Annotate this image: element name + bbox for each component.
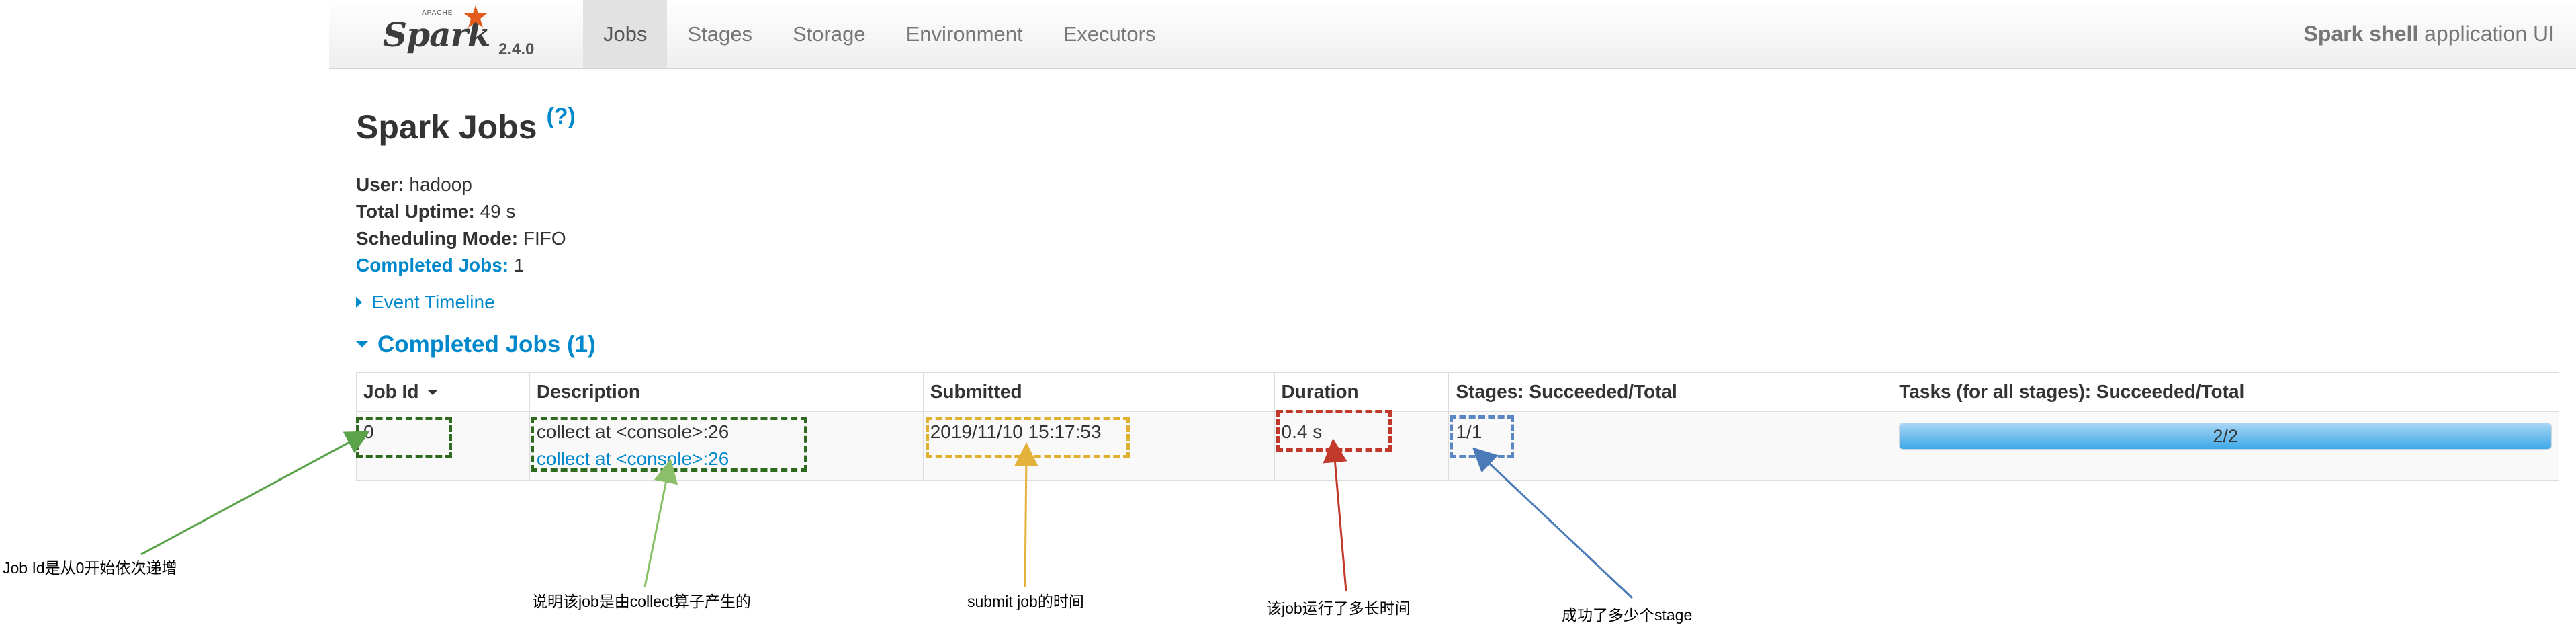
tab-jobs[interactable]: Jobs bbox=[583, 0, 668, 68]
col-header-duration[interactable]: Duration bbox=[1274, 372, 1450, 412]
tasks-progress-bar: 2/2 bbox=[1899, 423, 2552, 450]
table-header-row: Job Id Description Submitted Duration St… bbox=[356, 372, 2559, 412]
annotation-job-id: Job Id是从0开始依次递增 bbox=[3, 559, 177, 577]
page-title-text: Spark Jobs bbox=[356, 108, 537, 146]
spark-version: 2.4.0 bbox=[498, 40, 535, 58]
tab-stages[interactable]: Stages bbox=[667, 0, 772, 68]
top-navbar: APACHE Spark 2.4.0 Jobs Stages Storage E… bbox=[329, 0, 2576, 69]
col-header-tasks[interactable]: Tasks (for all stages): Succeeded/Total bbox=[1892, 372, 2559, 412]
mode-label: Scheduling Mode: bbox=[356, 228, 519, 249]
summary-user: User: hadoop bbox=[356, 171, 566, 198]
completed-jobs-header[interactable]: Completed Jobs (1) bbox=[356, 331, 596, 358]
tab-executors[interactable]: Executors bbox=[1043, 0, 1176, 68]
spark-logo[interactable]: APACHE Spark 2.4.0 bbox=[383, 4, 534, 62]
page-title: Spark Jobs (?) bbox=[356, 103, 576, 147]
mode-value: FIFO bbox=[518, 228, 566, 249]
arrow-job-id bbox=[140, 431, 370, 556]
tab-storage[interactable]: Storage bbox=[772, 0, 886, 68]
annotation-box-description bbox=[531, 417, 807, 472]
event-timeline-toggle[interactable]: Event Timeline bbox=[356, 292, 495, 313]
annotation-box-stages bbox=[1450, 415, 1514, 458]
job-summary: User: hadoop Total Uptime: 49 s Scheduli… bbox=[356, 171, 566, 279]
sort-down-icon bbox=[428, 390, 438, 396]
completed-jobs-link[interactable]: Completed Jobs: bbox=[356, 255, 508, 276]
col-header-description[interactable]: Description bbox=[529, 372, 924, 412]
spark-star-icon bbox=[464, 5, 487, 28]
app-title: Spark shell application UI bbox=[2303, 0, 2555, 68]
user-label: User: bbox=[356, 174, 404, 195]
app-suffix: application UI bbox=[2418, 22, 2555, 46]
annotation-box-submitted bbox=[926, 417, 1130, 458]
triangle-right-icon bbox=[356, 296, 362, 308]
nav-tabs: Jobs Stages Storage Environment Executor… bbox=[583, 0, 1175, 68]
col-header-job-id[interactable]: Job Id bbox=[356, 372, 530, 412]
annotation-duration: 该job运行了多长时间 bbox=[1266, 599, 1411, 617]
user-value: hadoop bbox=[404, 174, 472, 195]
annotation-description: 说明该job是由collect算子产生的 bbox=[532, 593, 751, 610]
col-header-submitted[interactable]: Submitted bbox=[922, 372, 1275, 412]
completed-value: 1 bbox=[508, 255, 525, 276]
col-header-stages[interactable]: Stages: Succeeded/Total bbox=[1448, 372, 1893, 412]
summary-uptime: Total Uptime: 49 s bbox=[356, 198, 566, 225]
tab-environment[interactable]: Environment bbox=[886, 0, 1043, 68]
cell-tasks: 2/2 bbox=[1892, 411, 2559, 481]
tasks-progress-text: 2/2 bbox=[2213, 426, 2238, 446]
annotation-submitted: submit job的时间 bbox=[967, 593, 1084, 610]
help-link[interactable]: (?) bbox=[546, 103, 575, 129]
app-name: Spark shell bbox=[2303, 22, 2419, 46]
arrow-description bbox=[643, 458, 678, 587]
cell-stages: 1/1 bbox=[1448, 411, 1893, 481]
triangle-down-icon bbox=[356, 341, 368, 348]
uptime-label: Total Uptime: bbox=[356, 201, 475, 222]
job-id-header-label: Job Id bbox=[363, 381, 419, 402]
uptime-value: 49 s bbox=[474, 201, 516, 222]
annotation-box-job-id bbox=[356, 417, 452, 458]
event-timeline-label: Event Timeline bbox=[371, 292, 495, 312]
annotation-box-duration bbox=[1276, 410, 1392, 452]
summary-mode: Scheduling Mode: FIFO bbox=[356, 225, 566, 252]
summary-completed: Completed Jobs: 1 bbox=[356, 252, 566, 279]
annotation-stages: 成功了多少个stage bbox=[1562, 606, 1693, 624]
completed-jobs-title: Completed Jobs (1) bbox=[377, 331, 596, 358]
